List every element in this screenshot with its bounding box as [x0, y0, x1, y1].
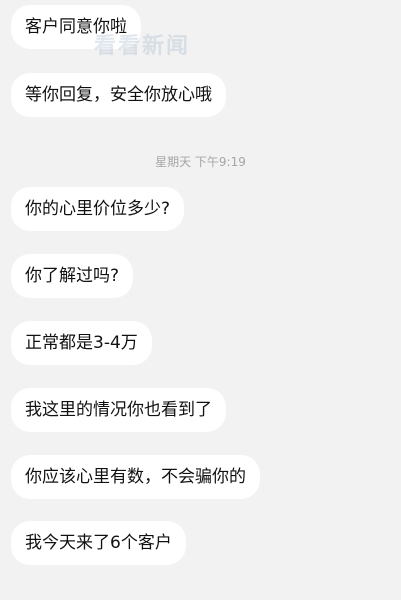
message-bubble[interactable]: 你了解过吗?	[11, 254, 134, 298]
message-bubble[interactable]: 正常都是3-4万	[11, 321, 152, 365]
chat-conversation[interactable]: 客户同意你啦 看看新闻 等你回复，安全你放心哦 星期天 下午9:19 你的心里价…	[0, 0, 401, 600]
message-timestamp: 星期天 下午9:19	[155, 155, 246, 169]
message-bubble[interactable]: 客户同意你啦	[11, 5, 141, 49]
message-bubble[interactable]: 等你回复，安全你放心哦	[11, 73, 226, 117]
message-bubble[interactable]: 我这里的情况你也看到了	[11, 388, 226, 432]
message-bubble[interactable]: 你的心里价位多少?	[11, 187, 185, 231]
message-bubble[interactable]: 我今天来了6个客户	[11, 521, 186, 565]
message-bubble[interactable]: 你应该心里有数，不会骗你的	[11, 455, 260, 499]
